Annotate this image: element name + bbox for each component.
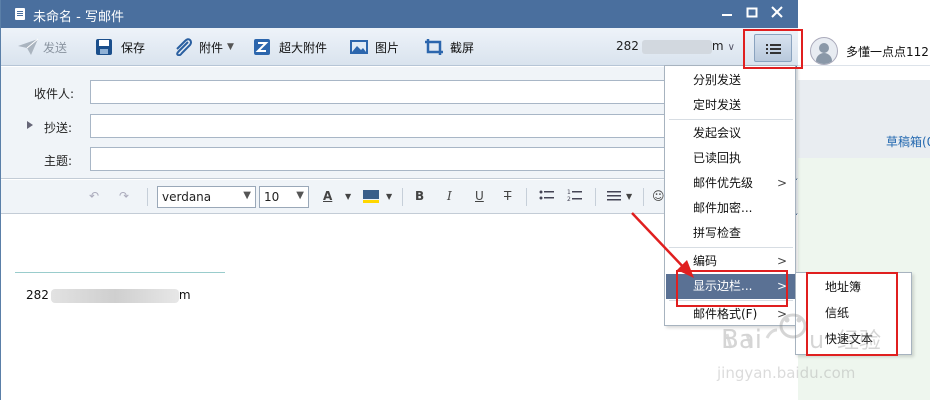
- annotation-arrow: [631, 212, 694, 278]
